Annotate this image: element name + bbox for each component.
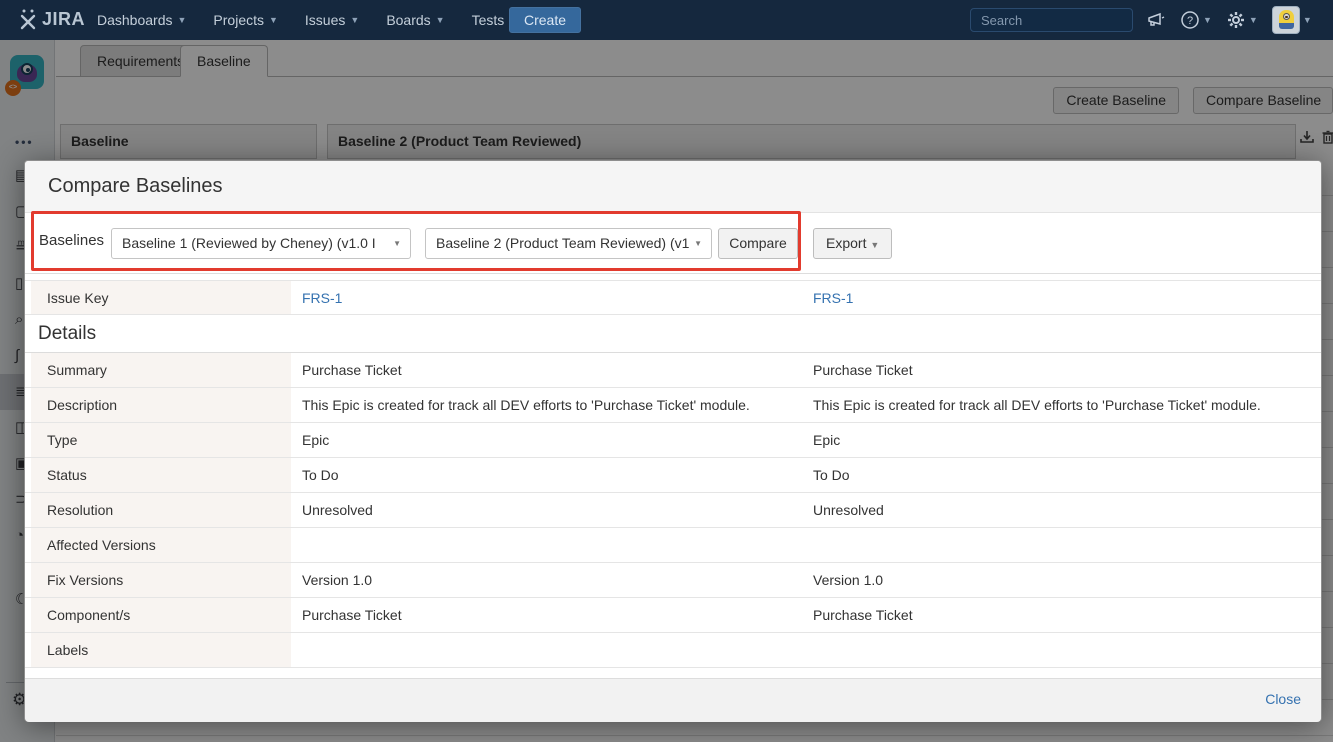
table-row: Issue Key FRS-1 FRS-1 bbox=[25, 280, 1321, 315]
row-value-baseline2: Purchase Ticket bbox=[812, 353, 1321, 387]
row-label: Type bbox=[31, 423, 291, 457]
issue-key-link[interactable]: FRS-1 bbox=[302, 290, 342, 306]
chevron-down-icon: ▼ bbox=[393, 229, 401, 258]
row-label: Issue Key bbox=[31, 281, 291, 314]
row-value-baseline2 bbox=[812, 633, 1321, 667]
row-label: Status bbox=[31, 458, 291, 492]
dialog-header: Compare Baselines bbox=[25, 161, 1321, 213]
row-value-baseline2: Version 1.0 bbox=[812, 563, 1321, 597]
svg-text:?: ? bbox=[1187, 15, 1193, 27]
user-avatar bbox=[1272, 6, 1300, 34]
jira-logo-text: JIRA bbox=[42, 9, 85, 30]
baselines-label: Baselines bbox=[39, 232, 104, 249]
search-input[interactable] bbox=[971, 13, 1161, 28]
search-box bbox=[970, 8, 1133, 32]
row-value-baseline2: Purchase Ticket bbox=[812, 598, 1321, 632]
row-label: Resolution bbox=[31, 493, 291, 527]
chevron-down-icon: ▼ bbox=[1203, 15, 1212, 25]
row-label: Affected Versions bbox=[31, 528, 291, 562]
compare-baselines-dialog: Compare Baselines Baselines Baseline 1 (… bbox=[24, 160, 1322, 722]
chevron-down-icon: ▼ bbox=[269, 15, 278, 25]
nav-item-projects[interactable]: Projects▼ bbox=[213, 12, 278, 28]
table-row: Affected Versions bbox=[25, 528, 1321, 563]
settings-menu-button[interactable]: ▼ bbox=[1226, 10, 1258, 30]
user-menu-button[interactable]: ▼ bbox=[1272, 6, 1312, 34]
row-value-baseline2: To Do bbox=[812, 458, 1321, 492]
help-icon: ? bbox=[1180, 10, 1200, 30]
table-row: Fix Versions Version 1.0 Version 1.0 bbox=[25, 563, 1321, 598]
export-button[interactable]: Export ▼ bbox=[813, 228, 892, 259]
row-value-baseline1: Unresolved bbox=[291, 493, 812, 527]
row-value-baseline1 bbox=[291, 528, 812, 562]
nav-item-dashboards[interactable]: Dashboards▼ bbox=[97, 12, 186, 28]
issue-key-link[interactable]: FRS-1 bbox=[813, 290, 853, 306]
row-label: Labels bbox=[31, 633, 291, 667]
chevron-down-icon: ▼ bbox=[1303, 15, 1312, 25]
chevron-down-icon: ▼ bbox=[694, 229, 702, 258]
row-value-baseline1: This Epic is created for track all DEV e… bbox=[291, 388, 812, 422]
dialog-footer: Close bbox=[25, 678, 1321, 722]
row-label: Fix Versions bbox=[31, 563, 291, 597]
nav-item-issues[interactable]: Issues▼ bbox=[305, 12, 359, 28]
row-label: Summary bbox=[31, 353, 291, 387]
row-value-baseline2: Unresolved bbox=[812, 493, 1321, 527]
gear-icon bbox=[1226, 10, 1246, 30]
baseline1-select[interactable]: Baseline 1 (Reviewed by Cheney) (v1.0 I … bbox=[111, 228, 411, 259]
table-row: Status To Do To Do bbox=[25, 458, 1321, 493]
jira-logo-icon bbox=[18, 8, 38, 30]
row-value-baseline1: To Do bbox=[291, 458, 812, 492]
compare-button[interactable]: Compare bbox=[718, 228, 798, 259]
table-row: Type Epic Epic bbox=[25, 423, 1321, 458]
chevron-down-icon: ▼ bbox=[178, 15, 187, 25]
row-label: Component/s bbox=[31, 598, 291, 632]
top-navbar: JIRA Dashboards▼ Projects▼ Issues▼ Board… bbox=[0, 0, 1333, 40]
nav-item-boards[interactable]: Boards▼ bbox=[386, 12, 444, 28]
jira-logo[interactable]: JIRA bbox=[18, 8, 85, 30]
table-row: Description This Epic is created for tra… bbox=[25, 388, 1321, 423]
dialog-toolbar: Baselines Baseline 1 (Reviewed by Cheney… bbox=[25, 213, 1321, 274]
details-section-title: Details bbox=[25, 315, 1321, 353]
nav-menu: Dashboards▼ Projects▼ Issues▼ Boards▼ Te… bbox=[97, 0, 518, 40]
help-menu-button[interactable]: ? ▼ bbox=[1180, 10, 1212, 30]
row-value-baseline1: Purchase Ticket bbox=[291, 353, 812, 387]
row-value-baseline2: This Epic is created for track all DEV e… bbox=[812, 388, 1321, 422]
baseline2-select[interactable]: Baseline 2 (Product Team Reviewed) (v1 ▼ bbox=[425, 228, 712, 259]
row-value-baseline2: Epic bbox=[812, 423, 1321, 457]
table-row: Resolution Unresolved Unresolved bbox=[25, 493, 1321, 528]
navbar-icons: ? ▼ ▼ bbox=[1146, 0, 1312, 40]
row-label: Description bbox=[31, 388, 291, 422]
row-value-baseline1: Purchase Ticket bbox=[291, 598, 812, 632]
table-row: Summary Purchase Ticket Purchase Ticket bbox=[25, 353, 1321, 388]
megaphone-icon bbox=[1146, 11, 1166, 29]
dialog-title: Compare Baselines bbox=[48, 175, 223, 198]
chevron-down-icon: ▼ bbox=[1249, 15, 1258, 25]
row-value-baseline1 bbox=[291, 633, 812, 667]
row-value-baseline1: Version 1.0 bbox=[291, 563, 812, 597]
row-value-baseline1: Epic bbox=[291, 423, 812, 457]
chevron-down-icon: ▼ bbox=[350, 15, 359, 25]
announcement-button[interactable] bbox=[1146, 11, 1166, 29]
create-button[interactable]: Create bbox=[509, 7, 581, 33]
table-row: Component/s Purchase Ticket Purchase Tic… bbox=[25, 598, 1321, 633]
comparison-table: Issue Key FRS-1 FRS-1 Details Summary Pu… bbox=[25, 280, 1321, 668]
table-row: Labels bbox=[25, 633, 1321, 668]
close-link[interactable]: Close bbox=[1265, 691, 1301, 707]
row-value-baseline2 bbox=[812, 528, 1321, 562]
chevron-down-icon: ▼ bbox=[436, 15, 445, 25]
chevron-down-icon: ▼ bbox=[870, 240, 879, 250]
screen: JIRA Dashboards▼ Projects▼ Issues▼ Board… bbox=[0, 0, 1333, 742]
